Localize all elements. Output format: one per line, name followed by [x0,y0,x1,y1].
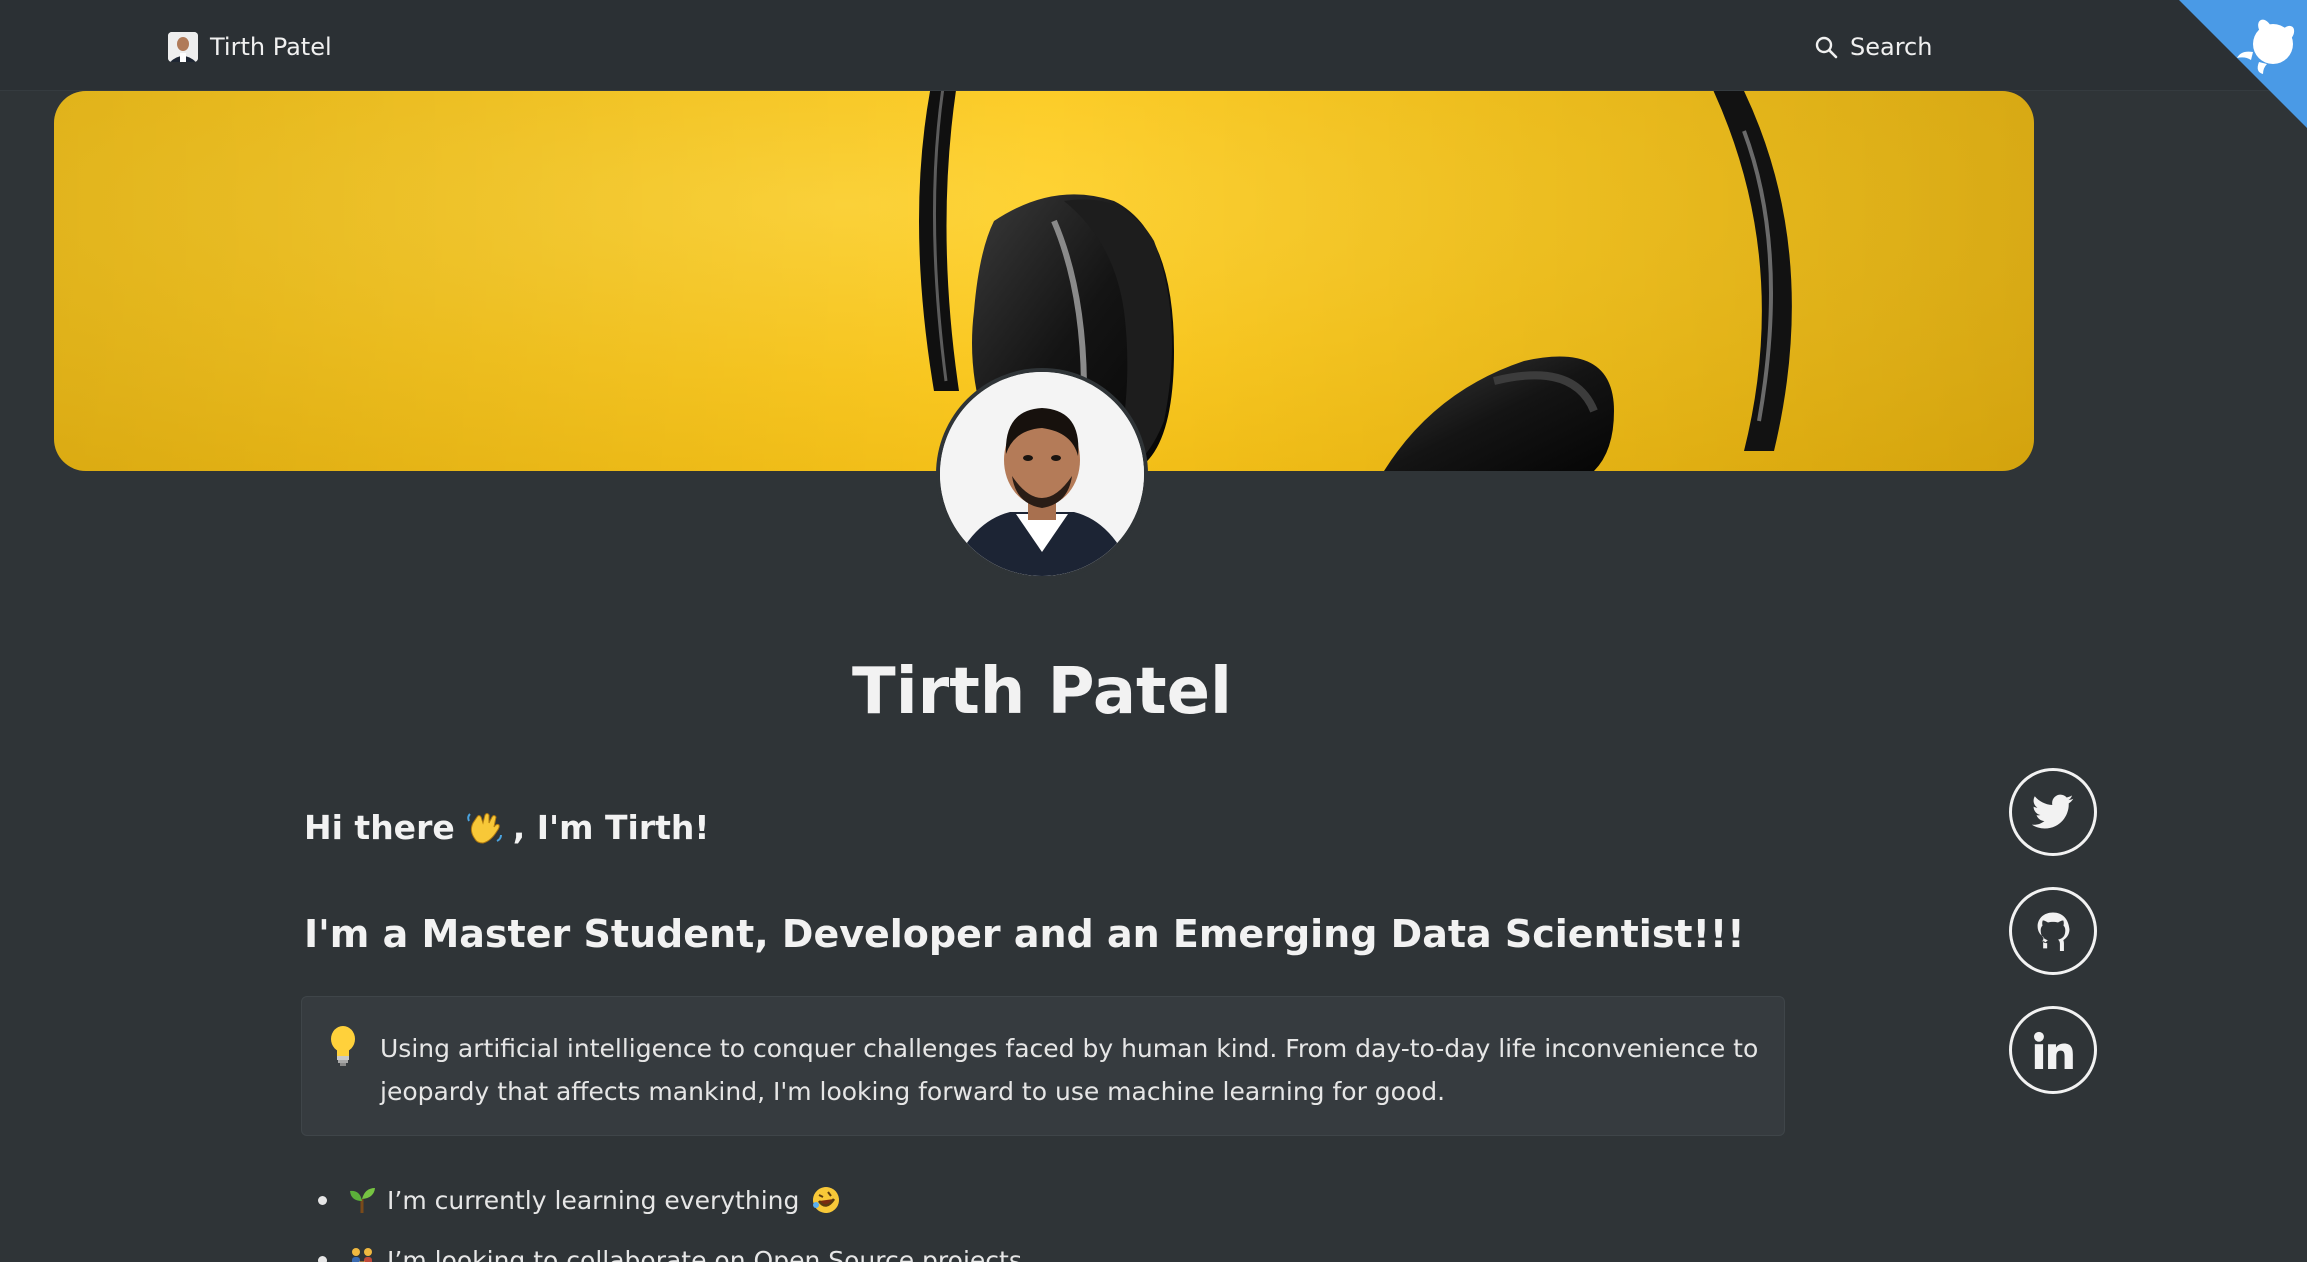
linkedin-button[interactable] [2009,1006,2097,1094]
list-item: I’m looking to collaborate on Open Sourc… [318,1230,1818,1262]
notion-page: Tirth Patel Search Tirth Patel Hi there … [0,0,2307,1262]
github-corner-link[interactable] [2179,0,2307,128]
twitter-icon [2032,794,2074,829]
top-nav: Tirth Patel Search [0,0,2307,91]
seedling-icon [350,1188,375,1213]
bullet-dot [318,1255,327,1262]
bullet-list: I’m currently learning everything I’m lo… [318,1170,1818,1262]
greeting-suffix: , I'm Tirth! [512,808,710,847]
twitter-button[interactable] [2009,768,2097,856]
lightbulb-icon [331,1026,355,1066]
bullet-dot [318,1195,327,1205]
search-button[interactable]: Search [1814,30,1932,64]
waving-hand-icon [466,812,502,844]
callout-text: Using artificial intelligence to conquer… [380,1034,1759,1106]
search-icon [1815,36,1838,59]
github-icon [2037,912,2070,951]
search-label: Search [1850,33,1933,61]
linkedin-icon [2034,1031,2073,1069]
bullet-text: I’m looking to collaborate on Open Sourc… [387,1245,1022,1262]
list-item: I’m currently learning everything [318,1170,1818,1230]
role-heading: I'm a Master Student, Developer and an E… [304,912,1745,956]
nav-brand-name: Tirth Patel [210,33,332,61]
greeting-prefix: Hi there [304,808,455,847]
people-holding-hands-icon [352,1248,372,1262]
page-title: Tirth Patel [852,655,1232,729]
callout-block: Using artificial intelligence to conquer… [301,996,1785,1136]
profile-photo [940,372,1144,576]
nav-brand-link[interactable]: Tirth Patel [168,30,332,64]
github-button[interactable] [2009,887,2097,975]
bullet-text: I’m currently learning everything [387,1185,800,1215]
greeting-heading: Hi there , I'm Tirth! [304,808,709,847]
nav-avatar-icon [168,32,198,62]
rofl-face-icon [813,1187,840,1213]
